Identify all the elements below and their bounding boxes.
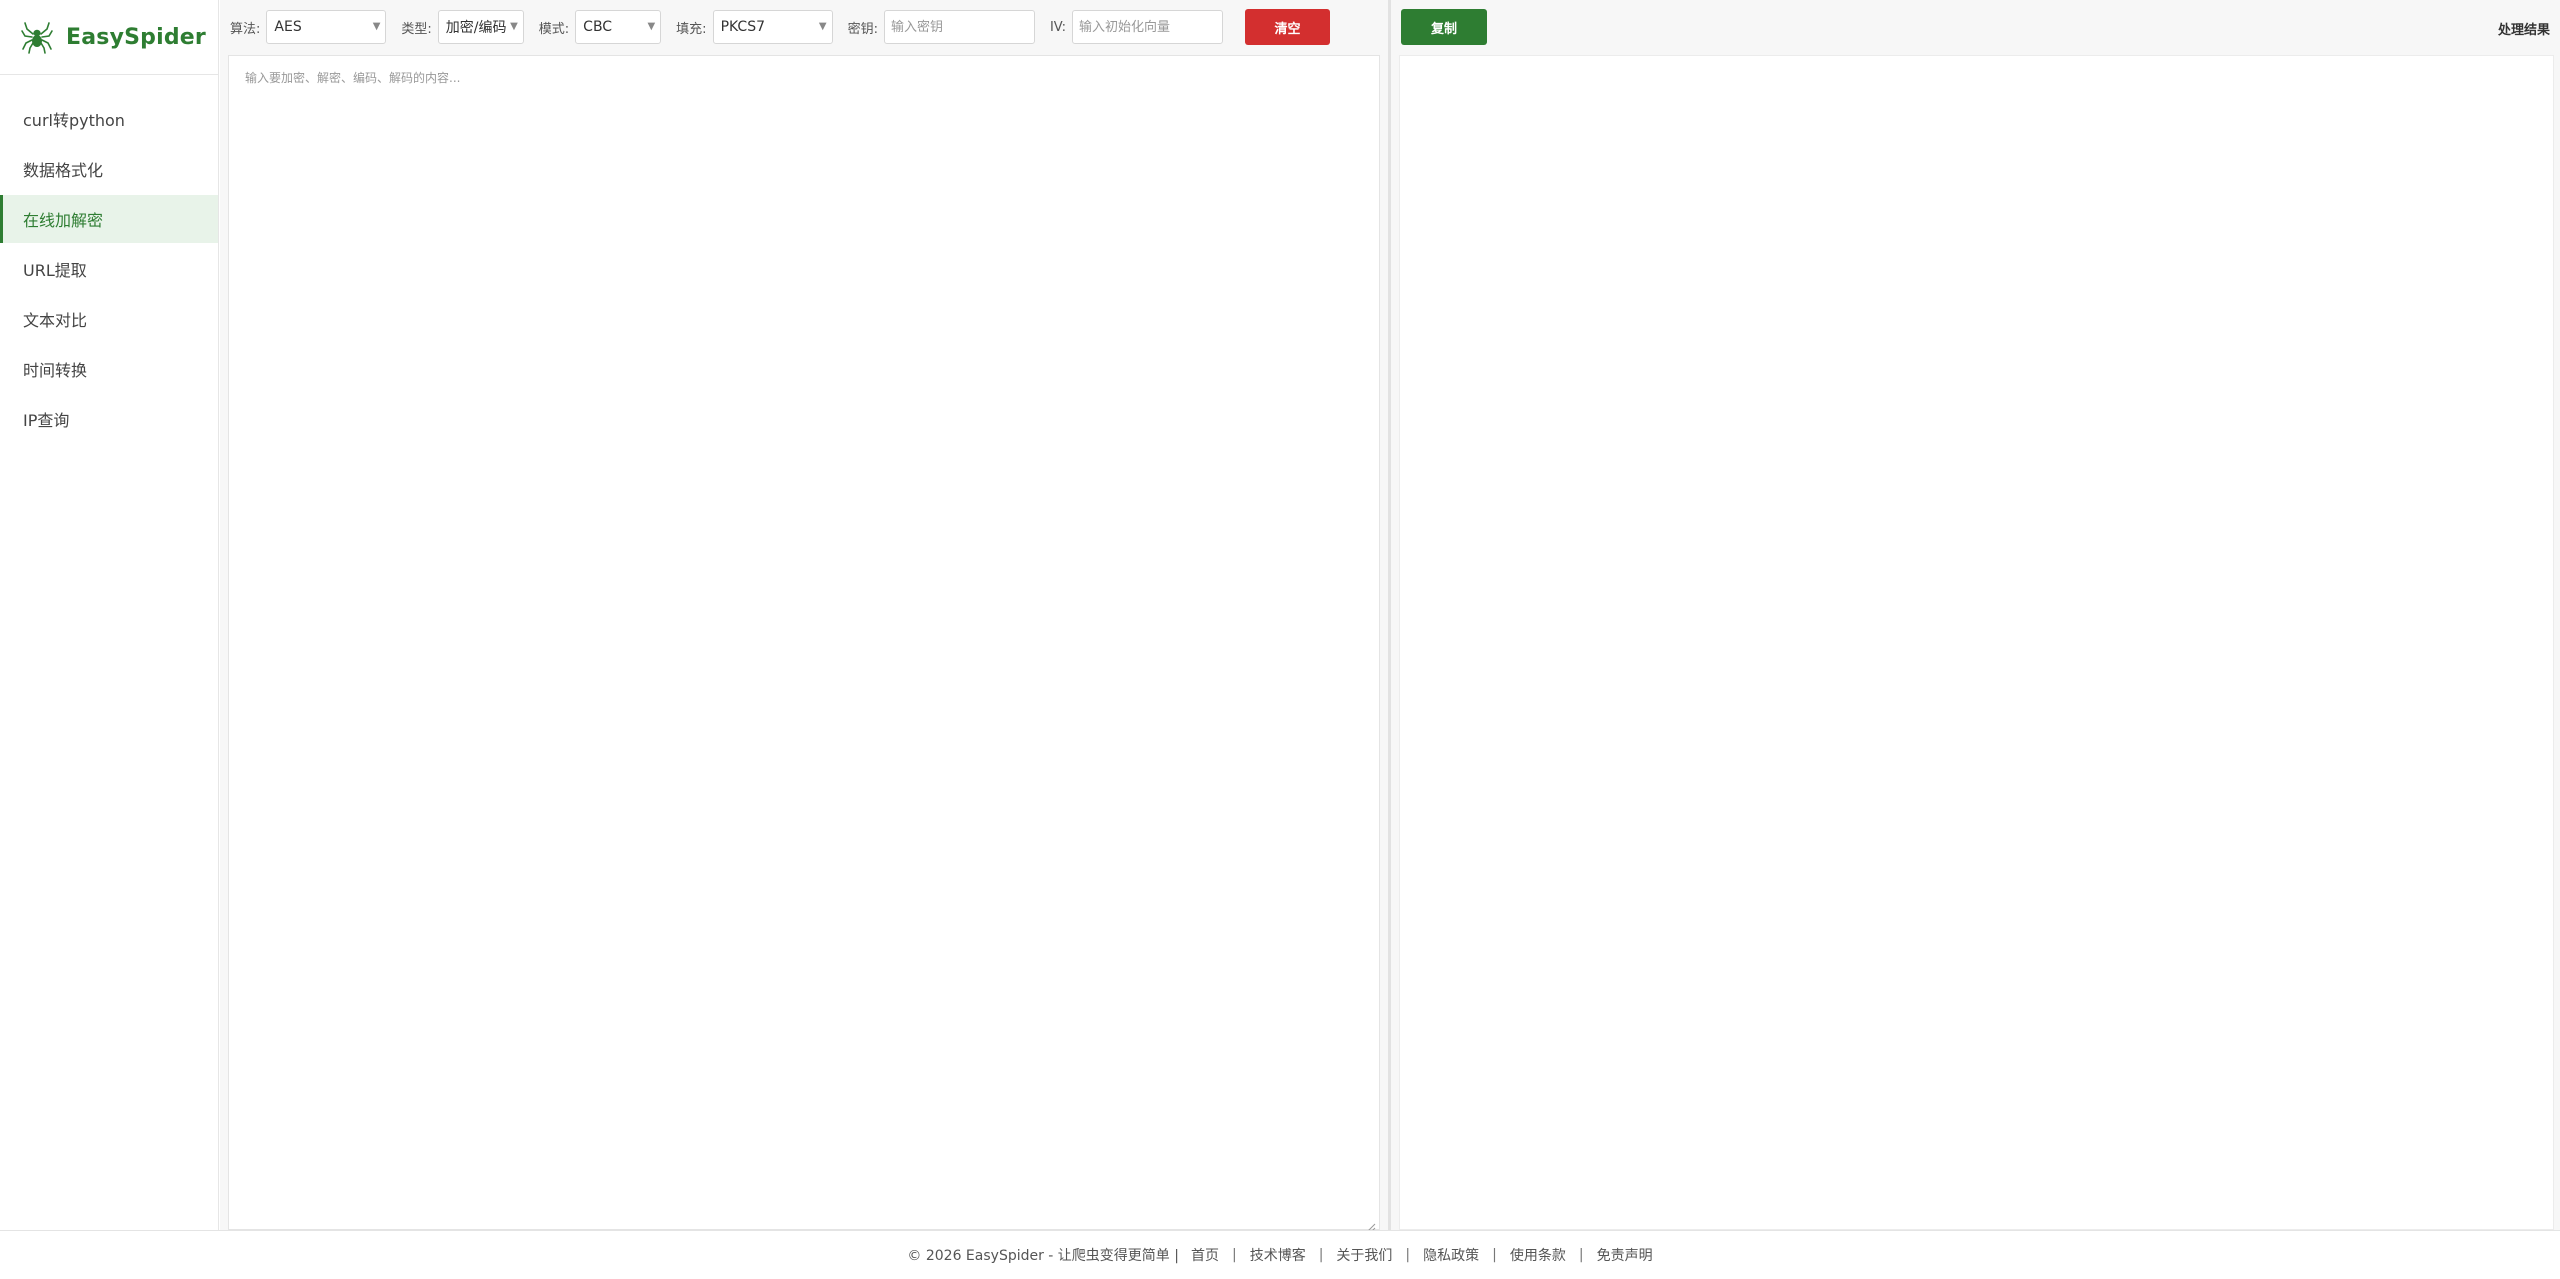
sidebar-item-label: 在线加解密 bbox=[23, 211, 104, 230]
sidebar-item-online-crypto[interactable]: 在线加解密 bbox=[0, 195, 218, 243]
footer-separator: | bbox=[1492, 1247, 1497, 1263]
input-editor bbox=[228, 55, 1380, 1232]
mode-value: CBC bbox=[583, 19, 613, 35]
algorithm-value: AES bbox=[274, 19, 302, 35]
iv-input[interactable] bbox=[1072, 10, 1223, 44]
sidebar-item-label: URL提取 bbox=[23, 261, 87, 280]
logo[interactable]: EasySpider bbox=[0, 0, 218, 75]
sidebar-nav: curl转python 数据格式化 在线加解密 URL提取 文本对比 时间转换 … bbox=[0, 95, 218, 443]
output-panel: 复制 处理结果 bbox=[1391, 0, 2560, 1230]
mode-select[interactable]: CBC ▼ bbox=[575, 10, 662, 44]
algorithm-label: 算法: bbox=[230, 21, 261, 37]
sidebar-item-data-format[interactable]: 数据格式化 bbox=[0, 145, 218, 193]
footer-link-home[interactable]: 首页 bbox=[1191, 1245, 1219, 1265]
type-label: 类型: bbox=[401, 21, 432, 37]
clear-button[interactable]: 清空 bbox=[1245, 9, 1330, 45]
footer-link-disclaimer[interactable]: 免责声明 bbox=[1597, 1245, 1653, 1265]
result-title: 处理结果 bbox=[2497, 23, 2550, 38]
footer-separator: | bbox=[1231, 1247, 1237, 1263]
key-input[interactable] bbox=[883, 10, 1035, 44]
copy-button[interactable]: 复制 bbox=[1401, 9, 1487, 45]
iv-label: IV: bbox=[1049, 19, 1066, 35]
resize-grip-icon[interactable] bbox=[1367, 1217, 1376, 1232]
sidebar-item-curl-to-python[interactable]: curl转python bbox=[0, 95, 218, 143]
crypto-toolbar: 算法: AES ▼ 类型: 加密/编码 ▼ 模式: CBC ▼ 填充: PKCS… bbox=[220, 0, 1388, 54]
sidebar-item-label: 文本对比 bbox=[23, 311, 88, 330]
chevron-down-icon: ▼ bbox=[818, 21, 827, 32]
algorithm-select[interactable]: AES ▼ bbox=[266, 10, 387, 44]
footer-link-blog[interactable]: 技术博客 bbox=[1250, 1245, 1306, 1265]
footer-copyright: © 2026 EasySpider - 让爬虫变得更简单 | bbox=[907, 1248, 1179, 1264]
sidebar: EasySpider curl转python 数据格式化 在线加解密 URL提取… bbox=[0, 0, 219, 1230]
padding-value: PKCS7 bbox=[720, 19, 765, 35]
mode-label: 模式: bbox=[538, 21, 570, 37]
sidebar-item-url-extract[interactable]: URL提取 bbox=[0, 245, 218, 293]
padding-label: 填充: bbox=[676, 21, 707, 37]
sidebar-item-label: 时间转换 bbox=[23, 361, 88, 380]
input-textarea[interactable] bbox=[229, 56, 1379, 1229]
footer: © 2026 EasySpider - 让爬虫变得更简单 | 首页 | 技术博客… bbox=[0, 1230, 2560, 1279]
type-value: 加密/编码 bbox=[445, 20, 507, 36]
sidebar-item-label: 数据格式化 bbox=[23, 161, 104, 180]
chevron-down-icon: ▼ bbox=[510, 21, 518, 32]
type-select[interactable]: 加密/编码 ▼ bbox=[437, 10, 524, 44]
footer-link-terms[interactable]: 使用条款 bbox=[1510, 1245, 1566, 1265]
sidebar-item-label: curl转python bbox=[23, 111, 125, 130]
footer-link-privacy[interactable]: 隐私政策 bbox=[1423, 1245, 1479, 1265]
input-panel: 算法: AES ▼ 类型: 加密/编码 ▼ 模式: CBC ▼ 填充: PKCS… bbox=[220, 0, 1388, 1232]
footer-separator: | bbox=[1318, 1247, 1324, 1263]
chevron-down-icon: ▼ bbox=[647, 21, 656, 32]
spider-icon bbox=[20, 20, 54, 54]
sidebar-item-ip-lookup[interactable]: IP查询 bbox=[0, 395, 218, 443]
footer-separator: | bbox=[1578, 1247, 1584, 1263]
brand-name: EasySpider bbox=[66, 24, 206, 50]
sidebar-item-text-diff[interactable]: 文本对比 bbox=[0, 295, 218, 343]
key-label: 密钥: bbox=[847, 21, 878, 37]
footer-separator: | bbox=[1405, 1247, 1411, 1263]
padding-select[interactable]: PKCS7 ▼ bbox=[712, 10, 833, 44]
chevron-down-icon: ▼ bbox=[372, 21, 381, 32]
footer-link-about[interactable]: 关于我们 bbox=[1336, 1245, 1392, 1265]
app-root: EasySpider curl转python 数据格式化 在线加解密 URL提取… bbox=[0, 0, 2560, 1279]
output-area[interactable] bbox=[1399, 55, 2554, 1230]
sidebar-item-label: IP查询 bbox=[23, 411, 70, 430]
sidebar-item-time-convert[interactable]: 时间转换 bbox=[0, 345, 218, 393]
